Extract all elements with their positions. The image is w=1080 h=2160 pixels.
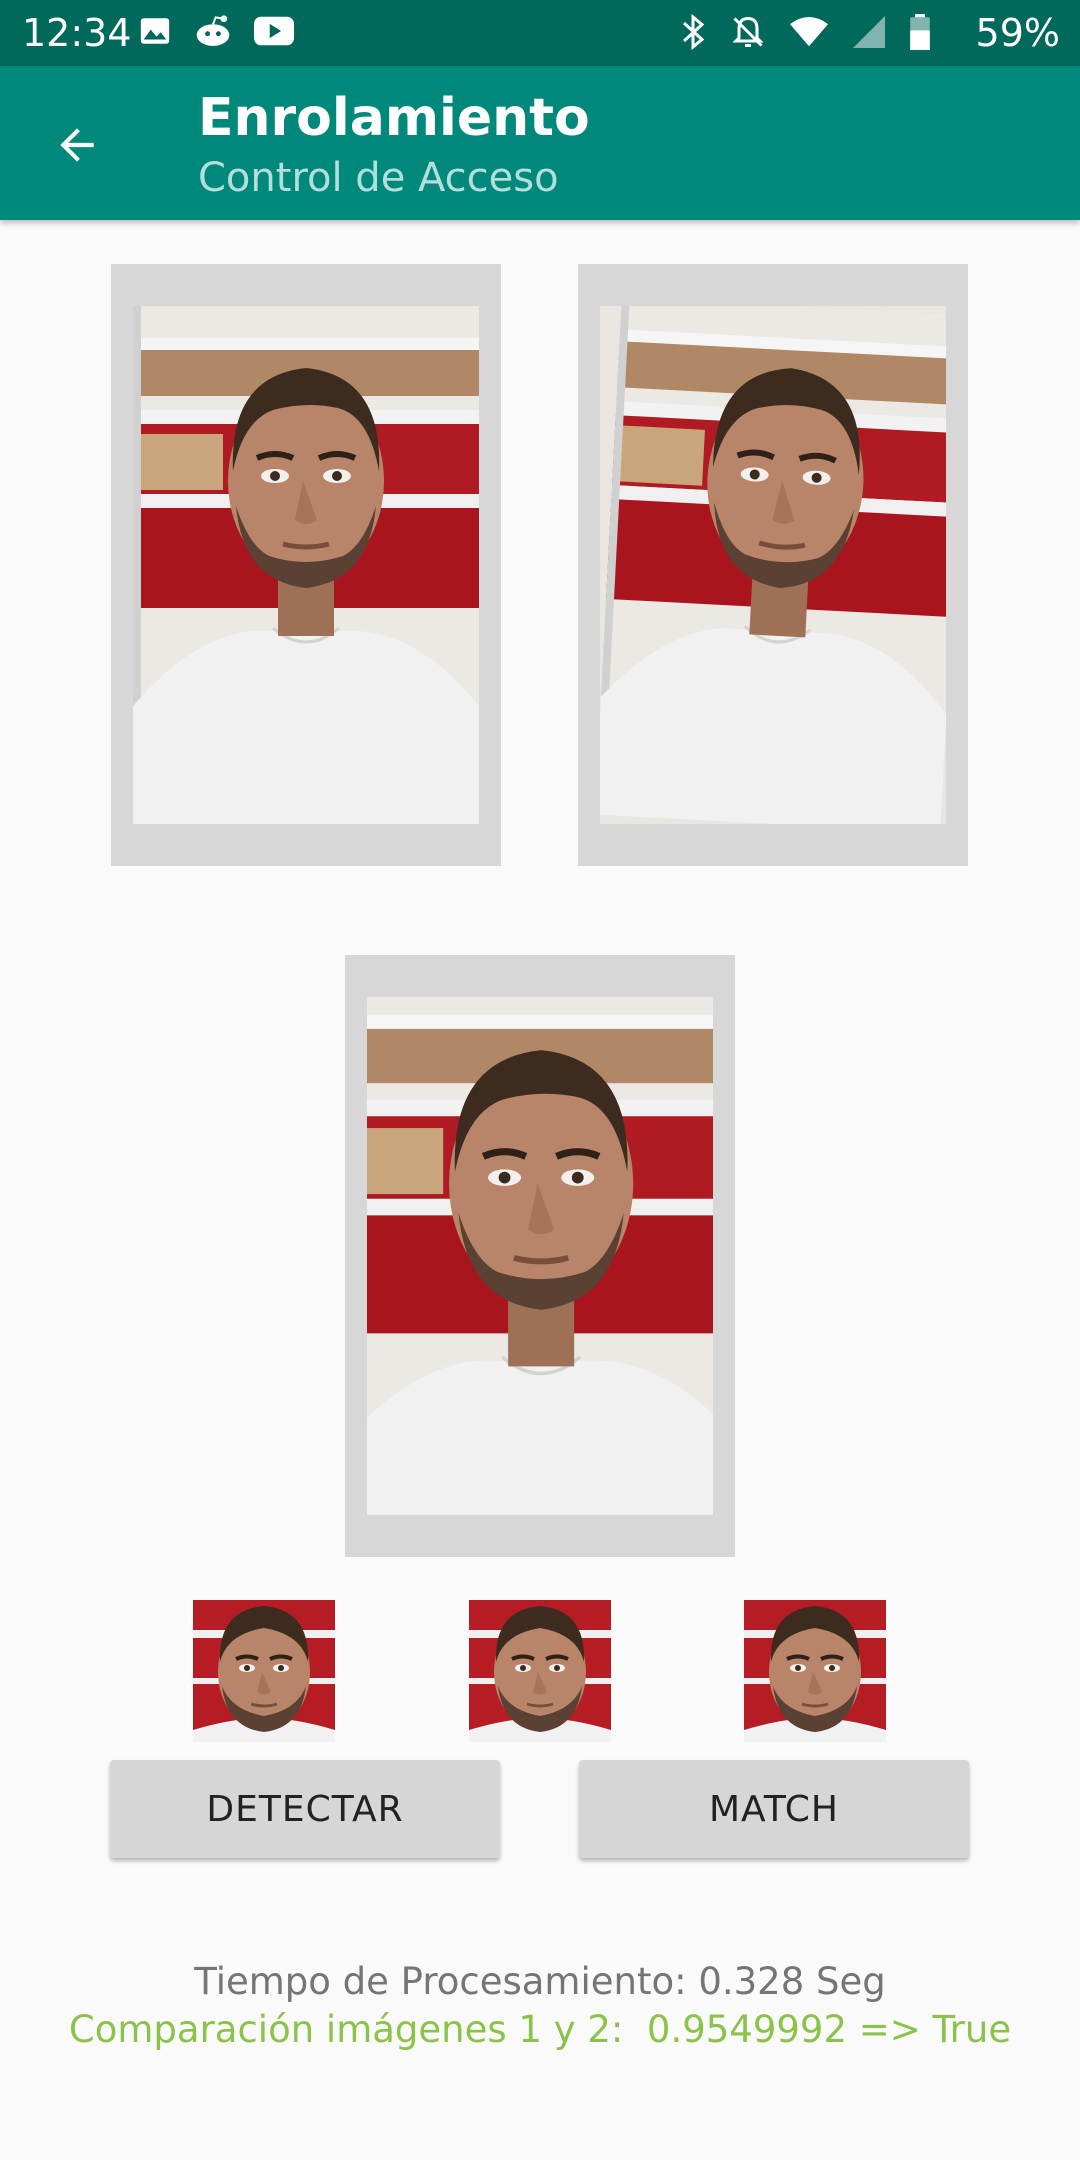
photo-card-3[interactable]	[345, 955, 735, 1557]
signal-icon	[852, 16, 886, 52]
battery-icon	[910, 14, 930, 54]
photo-card-1[interactable]	[111, 264, 501, 866]
face-photo-1[interactable]	[133, 306, 479, 824]
bluetooth-icon	[680, 13, 706, 54]
notifications-off-icon	[730, 14, 766, 54]
face-thumbnail-3	[744, 1600, 886, 1742]
back-button[interactable]	[42, 110, 112, 180]
match-button[interactable]: MATCH	[579, 1760, 969, 1858]
youtube-icon	[254, 16, 294, 50]
comparison-result-text: Comparación imágenes 1 y 2: 0.9549992 =>…	[68, 2008, 1012, 2051]
page-subtitle: Control de Acceso	[198, 155, 559, 201]
face-thumbnail-1	[193, 1600, 335, 1742]
face-photo-2[interactable]	[600, 306, 946, 824]
photo-card-2[interactable]	[578, 264, 968, 866]
face-thumbnail-2	[469, 1600, 611, 1742]
reddit-icon	[194, 14, 232, 52]
status-left-icons	[138, 14, 294, 52]
gallery-icon	[138, 14, 172, 52]
status-bar: 12:34 59%	[0, 0, 1080, 66]
processing-time-text: Tiempo de Procesamiento: 0.328 Seg	[194, 1960, 886, 2003]
arrow-back-icon[interactable]	[52, 120, 102, 170]
status-right-icons	[680, 13, 930, 54]
face-photo-3[interactable]	[367, 997, 713, 1515]
status-time: 12:34	[22, 11, 132, 55]
page-title: Enrolamiento	[198, 88, 590, 148]
detect-button[interactable]: DETECTAR	[110, 1760, 500, 1858]
wifi-icon	[790, 16, 828, 52]
battery-percentage: 59%	[975, 11, 1060, 55]
app-bar: Enrolamiento Control de Acceso	[0, 66, 1080, 220]
